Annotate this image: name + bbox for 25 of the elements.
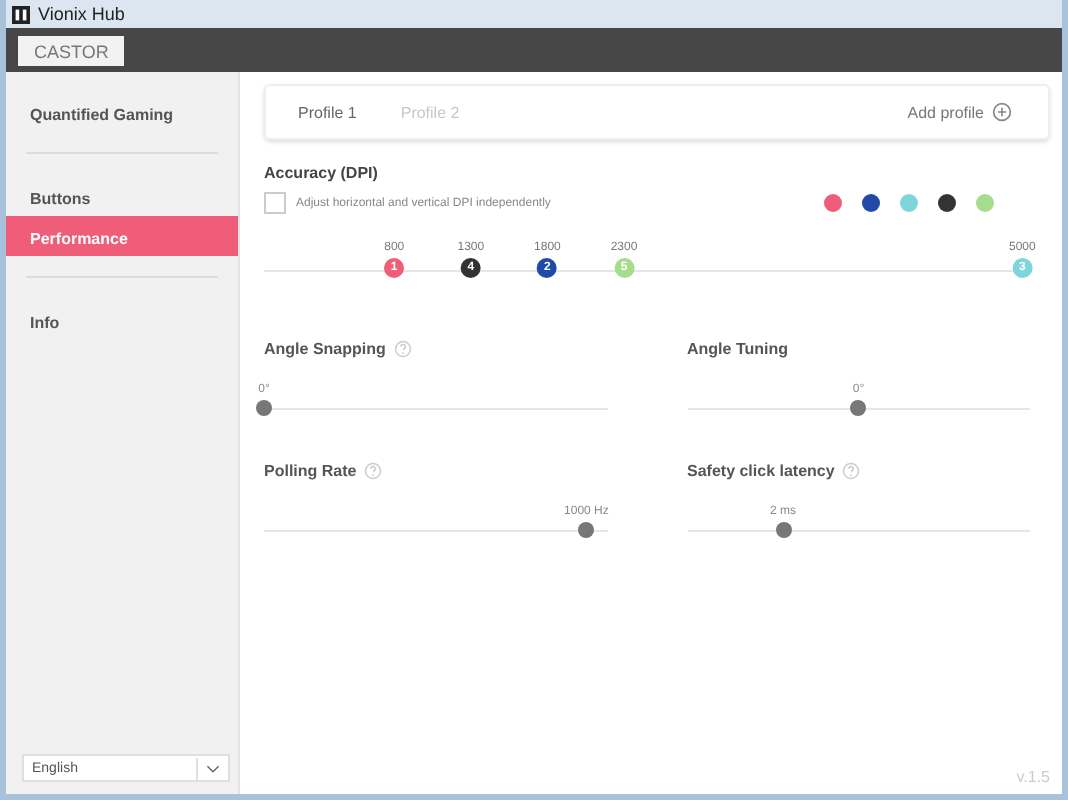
color-swatch[interactable] — [938, 194, 956, 212]
section-title: Accuracy (DPI) — [264, 164, 380, 182]
sidebar-item[interactable]: Performance — [6, 216, 238, 256]
setting-title: Angle Snapping — [264, 340, 386, 358]
sidebar-item[interactable]: Info — [6, 300, 238, 340]
color-swatch[interactable] — [976, 194, 994, 212]
checkbox[interactable] — [264, 192, 286, 214]
profile-tab[interactable]: Profile 1 — [290, 99, 365, 125]
color-swatch[interactable] — [824, 194, 842, 212]
device-tab[interactable]: CASTOR — [18, 35, 125, 65]
slider-thumb[interactable] — [578, 522, 595, 538]
color-swatch[interactable] — [862, 194, 880, 212]
slider-thumb[interactable] — [850, 400, 867, 416]
sidebar-item[interactable]: Quantified Gaming — [6, 92, 238, 132]
app-logo-icon — [12, 5, 30, 23]
add-profile-button[interactable]: Add profile — [895, 100, 1024, 124]
slider-thumb[interactable] — [775, 522, 792, 538]
setting-title: Safety click latency — [687, 462, 835, 480]
sidebar-item[interactable]: Buttons — [6, 176, 238, 216]
setting-title: Angle Tuning — [687, 340, 789, 358]
window-title: Vionix Hub — [38, 4, 125, 24]
slider-thumb[interactable] — [256, 400, 272, 416]
color-swatch[interactable] — [900, 194, 918, 212]
setting-title: Polling Rate — [264, 462, 357, 480]
add-icon — [992, 102, 1012, 122]
